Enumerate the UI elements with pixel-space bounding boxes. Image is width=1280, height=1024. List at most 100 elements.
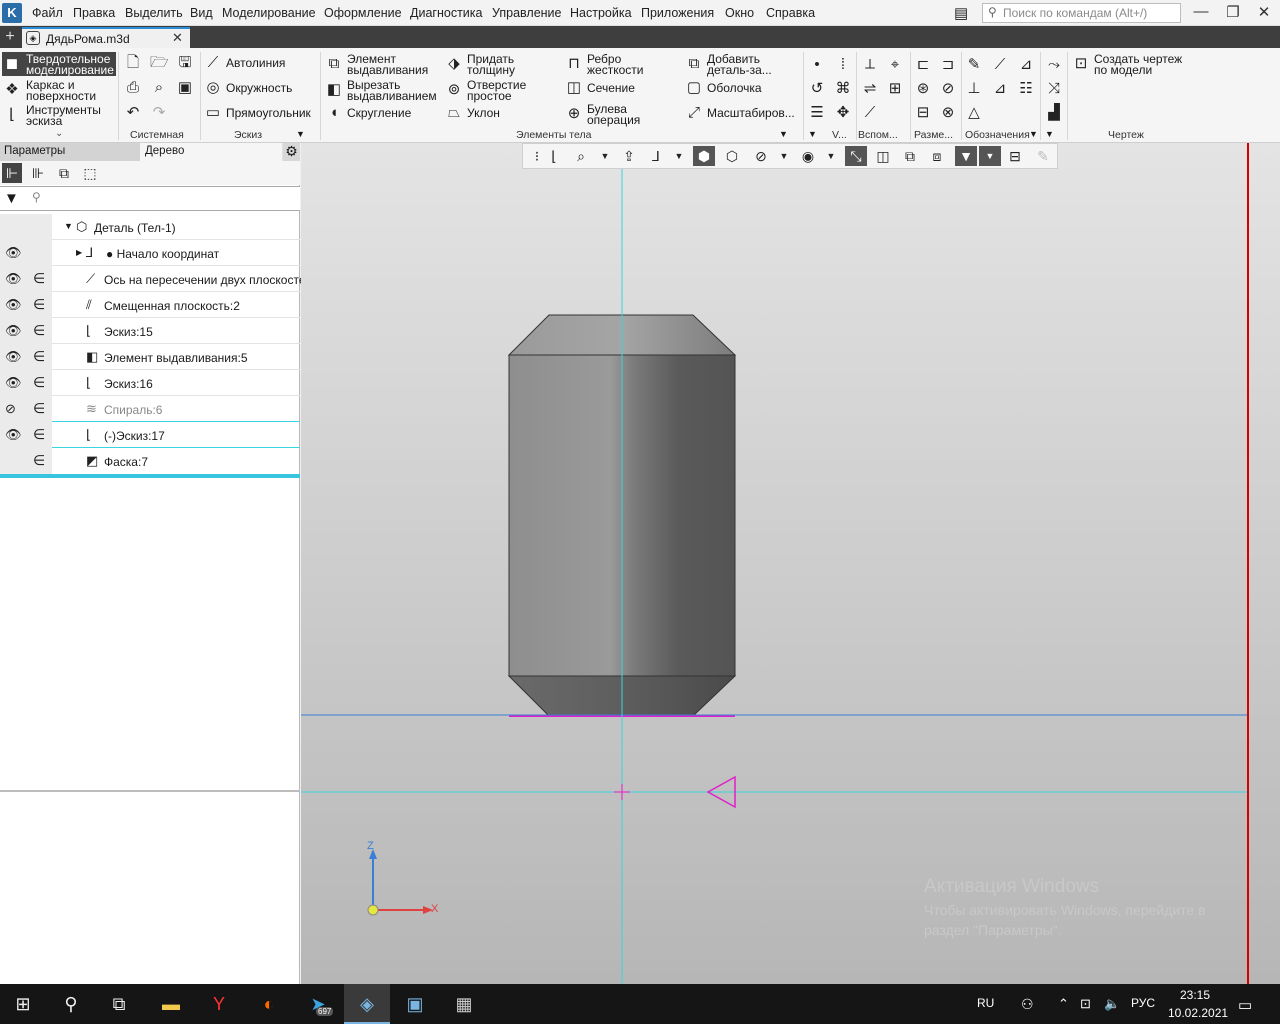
sheet-icon[interactable]: ⤳ (1045, 56, 1063, 74)
render-icon[interactable]: ⧉ (899, 146, 921, 166)
tree-structure-icon[interactable]: ⊩ (2, 163, 22, 183)
axes-icon[interactable]: ⅃ (645, 146, 667, 166)
menu-apps[interactable]: Приложения (641, 6, 714, 20)
aux-plane-icon[interactable]: ⟂ (861, 56, 879, 74)
tree-bodies-icon[interactable]: ⧉ (54, 163, 74, 183)
scale-button[interactable]: ⤢ Масштабиров... (685, 104, 801, 124)
panel-splitter[interactable] (0, 790, 300, 792)
orientation-dropdown-icon[interactable]: ▼ (668, 146, 690, 166)
designation-table-icon[interactable]: ☷ (1017, 80, 1035, 98)
designation-leader-icon[interactable]: ⟋ (991, 56, 1009, 74)
dimension-diameter-icon[interactable]: ⊘ (939, 80, 957, 98)
image-viewer-icon[interactable]: ▣ (392, 984, 438, 1024)
designation-mark-icon[interactable]: ⊿ (1017, 56, 1035, 74)
expand-chevron-icon[interactable]: ⌄ (55, 128, 63, 139)
cut-extrude-button[interactable]: ◧ Вырезать выдавливанием (325, 78, 439, 102)
dimension-auto-icon[interactable]: ⊗ (939, 104, 957, 122)
kompas-taskbar-icon[interactable]: ◈ (344, 984, 390, 1024)
menu-edit[interactable]: Правка (73, 6, 115, 20)
hide-icon[interactable]: ⊘ (750, 146, 772, 166)
people-icon[interactable]: ⚇ (1021, 996, 1034, 1013)
network-icon[interactable]: ⊡ (1080, 996, 1091, 1012)
circle-button[interactable]: ◎ Окружность (204, 79, 316, 99)
filter-dropdown-icon[interactable]: ▼ (979, 146, 1001, 166)
menu-settings[interactable]: Настройка (570, 6, 632, 20)
aux-line-icon[interactable]: ⟋ (861, 104, 879, 122)
snap-icon[interactable]: ⤡ (845, 146, 867, 166)
new-tab-plus-icon[interactable]: + (0, 26, 20, 48)
group-dropdown-icon[interactable]: ▼ (808, 129, 817, 139)
command-search-input[interactable]: Поиск по командам (Alt+/) (982, 3, 1181, 23)
shell-button[interactable]: ▢ Оболочка (685, 79, 801, 99)
yandex-browser-icon[interactable]: Y (196, 984, 242, 1024)
wireframe-view-icon[interactable]: ⬡ (721, 146, 743, 166)
eye-icon[interactable]: 👁 (5, 349, 22, 365)
notifications-icon[interactable]: ▭ (1238, 996, 1252, 1014)
include-icon[interactable]: ∈ (33, 400, 45, 417)
selection-filter-icon[interactable]: ▼ (955, 146, 977, 166)
include-icon[interactable]: ∈ (33, 374, 45, 391)
menu-design[interactable]: Оформление (324, 6, 402, 20)
include-icon[interactable]: ∈ (33, 296, 45, 313)
rib-button[interactable]: ⊓ Ребро жесткости (565, 52, 681, 76)
pencil-icon[interactable]: ✎ (1032, 146, 1054, 166)
designation-tolerance-icon[interactable]: ⊿ (991, 80, 1009, 98)
dimension-height-icon[interactable]: ⊐ (939, 56, 957, 74)
simple-hole-button[interactable]: ⊚ Отверстие простое (445, 78, 557, 102)
eye-icon[interactable]: 👁 (5, 271, 22, 287)
volume-icon[interactable]: 🔈 (1104, 996, 1120, 1012)
tree-row[interactable]: ≋ Спираль:6 (52, 396, 300, 422)
include-icon[interactable]: ∈ (33, 348, 45, 365)
tab-close-icon[interactable]: ✕ (172, 30, 183, 46)
zoom-icon[interactable]: ⌕ (570, 146, 592, 166)
search-icon[interactable]: ⚲ (48, 984, 94, 1024)
include-icon[interactable]: ∈ (33, 452, 45, 469)
3d-viewport[interactable] (301, 143, 1280, 984)
tree-select-icon[interactable]: ⬚ (80, 163, 100, 183)
eye-icon[interactable]: 👁 (5, 427, 22, 443)
view-icon[interactable]: ⤨ (1045, 80, 1063, 98)
clock-time[interactable]: 23:15 (1180, 988, 1210, 1002)
menu-manage[interactable]: Управление (492, 6, 562, 20)
eye-hidden-icon[interactable]: ⊘ (5, 401, 16, 417)
grid-pattern-icon[interactable]: ⁞ (834, 56, 852, 74)
group-dropdown-icon[interactable]: ▼ (779, 129, 788, 139)
zoom-dropdown-icon[interactable]: ▼ (594, 146, 616, 166)
section-button[interactable]: ◫ Сечение (565, 79, 681, 99)
open-folder-icon[interactable]: 🗁 (150, 54, 169, 72)
tree-row[interactable]: ⌊ Эскиз:15 (52, 318, 300, 344)
eye-icon[interactable]: 👁 (5, 323, 22, 339)
add-part-button[interactable]: ⧉ Добавить деталь-за... (685, 52, 801, 76)
dimension-radius-icon[interactable]: ⊟ (914, 104, 932, 122)
menu-window[interactable]: Окно (725, 6, 754, 20)
menu-help[interactable]: Справка (766, 6, 815, 20)
properties-icon[interactable]: ▣ (176, 79, 194, 97)
tree-row[interactable]: ⌊ (-)Эскиз:17 (52, 422, 300, 448)
designation-roughness-icon[interactable]: △ (965, 104, 983, 122)
tree-row[interactable]: ⌊ Эскиз:16 (52, 370, 300, 396)
task-view-icon[interactable]: ⧉ (96, 984, 142, 1024)
file-explorer-icon[interactable]: ▬ (148, 984, 194, 1024)
hide-dropdown-icon[interactable]: ▼ (773, 146, 795, 166)
mode-sketch-tools[interactable]: ⌊ Инструменты эскиза (2, 103, 116, 127)
undo-icon[interactable]: ↶ (124, 104, 142, 122)
array-icon[interactable]: ☰ (808, 104, 826, 122)
aux-axis-icon[interactable]: ⇌ (861, 80, 879, 98)
shaded-view-icon[interactable]: ⬢ (693, 146, 715, 166)
tree-search-input[interactable]: ⚲ (28, 188, 298, 208)
keyboard-layout[interactable]: РУС (1131, 996, 1155, 1010)
clock-date[interactable]: 10.02.2021 (1168, 1006, 1228, 1020)
include-icon[interactable]: ∈ (33, 426, 45, 443)
extrude-button[interactable]: ⧉ Элемент выдавливания (325, 52, 439, 76)
save-icon[interactable]: 🖫 (176, 54, 194, 72)
telegram-icon[interactable]: ➤ (295, 984, 341, 1024)
draft-button[interactable]: ⏢ Уклон (445, 104, 557, 124)
redo-icon[interactable]: ↷ (150, 104, 168, 122)
tree-row-root[interactable]: ▼ ⬡ Деталь (Тел-1) (52, 214, 300, 240)
tree-history-icon[interactable]: ⊪ (28, 163, 48, 183)
gear-icon[interactable]: ⚙ (283, 143, 300, 161)
fillet-button[interactable]: ◖ Скругление (325, 104, 439, 124)
close-icon[interactable]: ✕ (1252, 3, 1276, 21)
mode-solid-modeling[interactable]: ◼ Твердотельное моделирование (2, 52, 116, 76)
menu-diagnostics[interactable]: Диагностика (410, 6, 482, 20)
